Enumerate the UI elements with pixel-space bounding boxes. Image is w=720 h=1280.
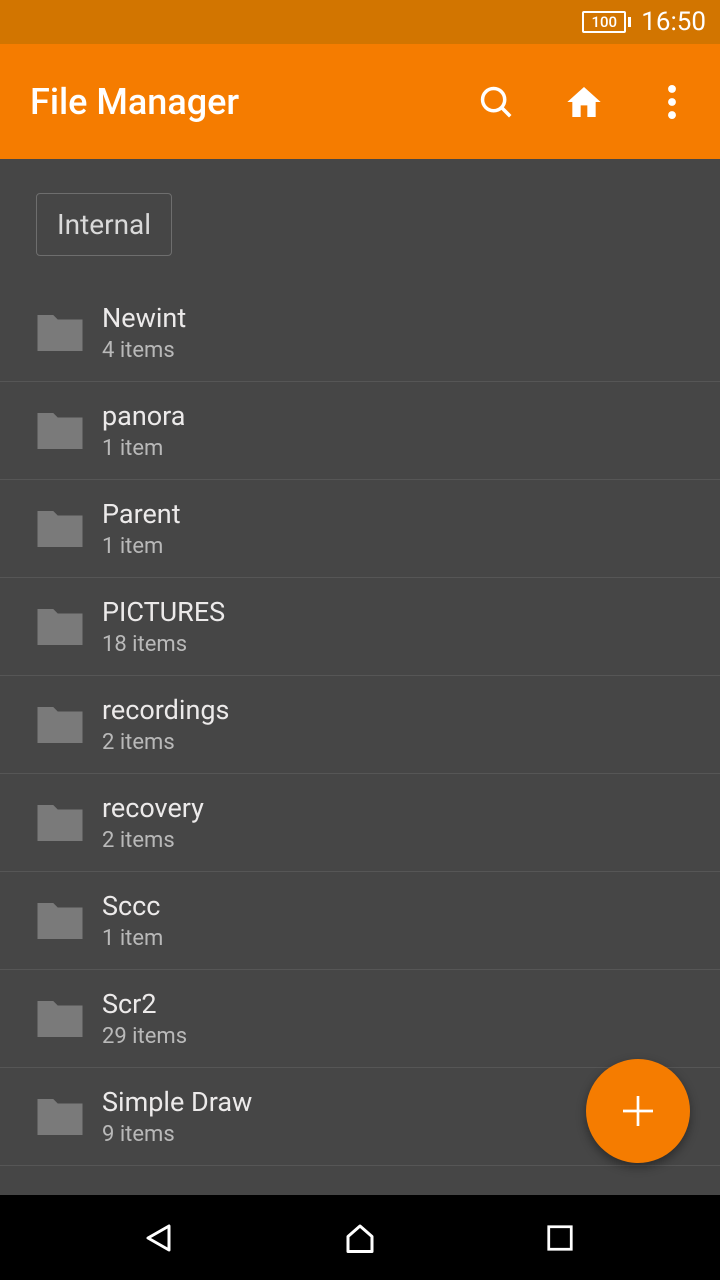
battery-level: 100 — [582, 11, 626, 33]
add-button[interactable] — [586, 1059, 690, 1163]
nav-home-button[interactable] — [335, 1213, 385, 1263]
folder-meta: 29 items — [102, 1024, 187, 1049]
folder-name: Parent — [102, 498, 181, 530]
app-title: File Manager — [30, 81, 476, 123]
list-item[interactable]: Scr2 29 items — [0, 970, 720, 1068]
search-button[interactable] — [476, 82, 516, 122]
folder-name: PICTURES — [102, 596, 225, 628]
app-bar: File Manager — [0, 44, 720, 159]
folder-list[interactable]: Newint 4 items panora 1 item Parent 1 item PIC… — [0, 284, 720, 1166]
list-item[interactable]: Parent 1 item — [0, 480, 720, 578]
content-area: Internal Newint4 itemspanora1 itemParent… — [0, 159, 720, 1195]
folder-name: Sccc — [102, 890, 163, 922]
folder-meta: 1 item — [102, 436, 185, 461]
folder-name: recordings — [102, 694, 229, 726]
folder-meta: 2 items — [102, 828, 204, 853]
folder-icon — [20, 800, 100, 846]
folder-name: panora — [102, 400, 185, 432]
status-bar: 100 16:50 — [0, 0, 720, 44]
folder-icon — [20, 1094, 100, 1140]
navigation-bar — [0, 1195, 720, 1280]
folder-meta: 4 items — [102, 338, 186, 363]
folder-meta: 18 items — [102, 632, 225, 657]
folder-icon — [20, 702, 100, 748]
folder-icon — [20, 506, 100, 552]
list-item[interactable]: recordings 2 items — [0, 676, 720, 774]
list-item[interactable]: panora 1 item — [0, 382, 720, 480]
clock: 16:50 — [641, 7, 706, 37]
more-vert-icon — [668, 85, 676, 119]
folder-name: Scr2 — [102, 988, 187, 1020]
folder-meta: 1 item — [102, 926, 163, 951]
list-item[interactable]: Newint 4 items — [0, 284, 720, 382]
list-item[interactable]: recovery 2 items — [0, 774, 720, 872]
folder-name: recovery — [102, 792, 204, 824]
folder-icon — [20, 310, 100, 356]
list-item[interactable]: Sccc 1 item — [0, 872, 720, 970]
folder-meta: 2 items — [102, 730, 229, 755]
nav-recent-button[interactable] — [535, 1213, 585, 1263]
battery-indicator: 100 — [582, 11, 631, 33]
search-icon — [477, 83, 515, 121]
folder-icon — [20, 604, 100, 650]
breadcrumb-chip-internal[interactable]: Internal — [36, 193, 172, 256]
folder-name: Simple Draw — [102, 1086, 252, 1118]
plus-icon — [618, 1091, 658, 1131]
folder-meta: 9 items — [102, 1122, 252, 1147]
breadcrumb: Internal — [0, 159, 720, 284]
square-icon — [545, 1223, 575, 1253]
nav-back-button[interactable] — [135, 1213, 185, 1263]
list-item[interactable]: PICTURES 18 items — [0, 578, 720, 676]
home-outline-icon — [342, 1220, 378, 1256]
folder-meta: 1 item — [102, 534, 181, 559]
folder-icon — [20, 408, 100, 454]
home-button[interactable] — [564, 82, 604, 122]
app-bar-actions — [476, 82, 700, 122]
overflow-menu-button[interactable] — [652, 82, 692, 122]
folder-icon — [20, 898, 100, 944]
folder-name: Newint — [102, 302, 186, 334]
back-icon — [142, 1220, 178, 1256]
home-icon — [564, 82, 604, 122]
folder-icon — [20, 996, 100, 1042]
